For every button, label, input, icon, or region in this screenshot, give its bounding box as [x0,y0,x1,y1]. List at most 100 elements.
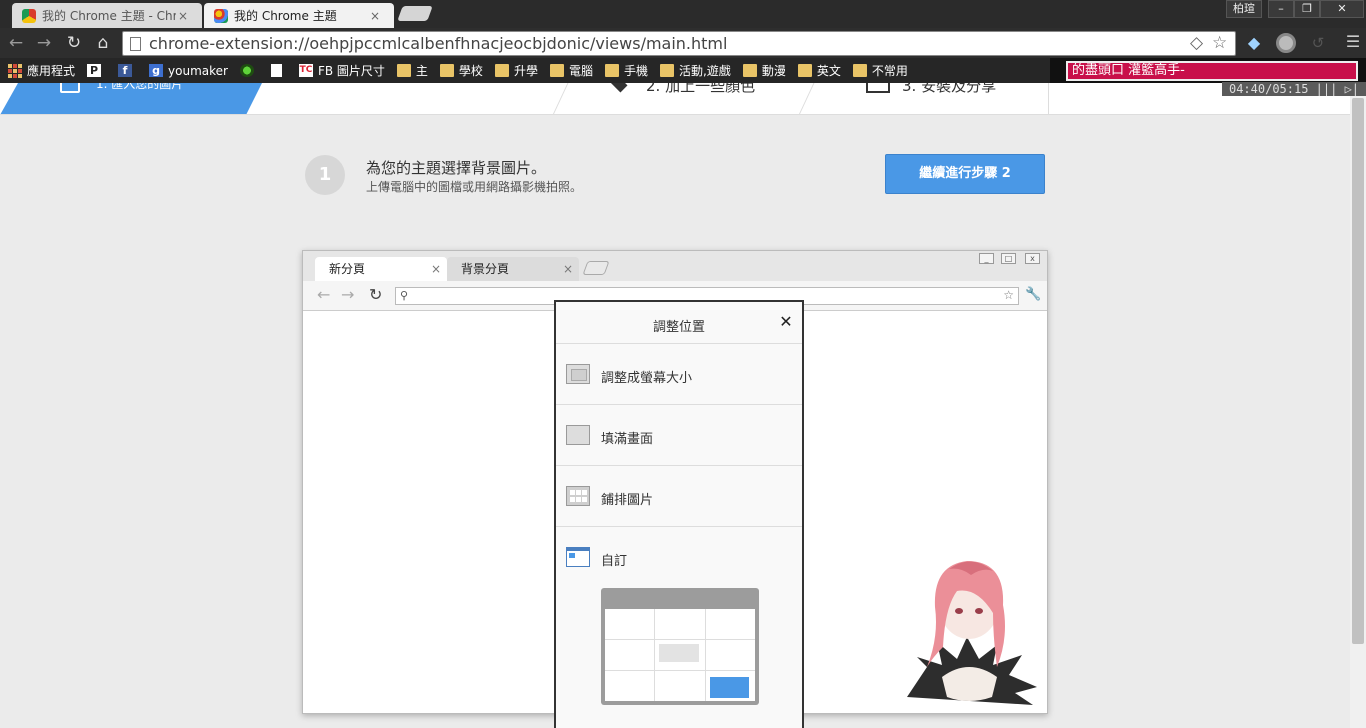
bookmark-apps[interactable]: 應用程式 [8,62,75,79]
close-icon[interactable]: ✕ [778,313,794,331]
bookmarks-bar: 應用程式 P f g youmaker TC FB 圖片尺寸 主 學校 升學 電… [0,58,1050,83]
preview-minimize-icon: _ [979,253,994,264]
g-icon: g [149,64,164,77]
diamond-extension-icon[interactable]: ◆ [1244,33,1264,53]
folder-icon [439,64,454,77]
minimize-button[interactable]: – [1268,0,1294,18]
chrome-theme-favicon [22,8,36,23]
music-clock: 04:40/05:15 ||| ▷| [1222,82,1366,96]
folder-icon [494,64,509,77]
position-grid [605,609,755,701]
position-center[interactable] [655,640,705,670]
reload-icon[interactable]: ↻ [64,33,84,53]
folder-icon [604,64,619,77]
profile-button[interactable]: 柏瑄 [1226,0,1262,18]
home-icon[interactable]: ⌂ [93,33,113,53]
p-icon: P [87,64,102,77]
menu-icon[interactable]: ☰ [1344,33,1362,51]
music-ticker: 的盡頭口 灌籃高手- [1066,61,1358,81]
bookmark-folder-rarely-used[interactable]: 不常用 [852,62,908,79]
folder-icon [852,64,867,77]
preview-tab-close-icon: × [562,262,573,276]
position-top-right[interactable] [705,609,755,639]
fill-screen-icon [566,425,590,445]
step-number-badge: 1 [305,155,345,195]
position-top-left[interactable] [605,609,655,639]
close-window-button[interactable]: ✕ [1320,0,1364,18]
paint-bucket-icon [610,83,628,93]
install-icon [866,83,890,93]
step-subtitle: 上傳電腦中的圖檔或用網路攝影機拍照。 [366,180,583,194]
position-marker [659,644,699,662]
preview-close-icon: x [1025,253,1040,264]
back-icon[interactable]: ← [6,33,26,53]
option-fit-screen[interactable]: 調整成螢幕大小 [556,344,802,405]
position-bottom-center[interactable] [655,671,705,701]
position-bottom-right[interactable] [705,671,755,701]
bookmark-folder-phone[interactable]: 手機 [604,62,648,79]
position-middle-right[interactable] [705,640,755,670]
disabled-extension-icon[interactable]: ↺ [1308,33,1328,53]
step-separator [798,83,815,114]
preview-reload-icon: ↻ [369,285,383,304]
search-icon: ⚲ [400,289,409,302]
bookmark-folder-main[interactable]: 主 [396,62,428,79]
page-icon [130,37,141,51]
extension-puzzle-icon[interactable]: ◇ [1190,34,1203,52]
position-picker [601,588,759,705]
dialog-title: 調整位置 [652,320,705,335]
browser-tab-2[interactable]: 我的 Chrome 主題 × [204,3,394,28]
preview-tab-background: 背景分頁 × [447,257,579,281]
tab-close-icon[interactable]: × [176,9,190,23]
bookmark-facebook[interactable]: f [118,64,137,77]
new-tab-button[interactable] [397,6,433,21]
folder-icon [396,64,411,77]
bookmark-p[interactable]: P [87,64,106,77]
folder-icon [549,64,564,77]
option-tile[interactable]: 鋪排圖片 [556,466,802,527]
shield-extension-icon[interactable] [1276,33,1296,53]
folder-icon [742,64,757,77]
bookmark-folder-anime[interactable]: 動漫 [742,62,786,79]
step-label: 1. 匯入您的圖片 [96,83,184,91]
bookmark-page[interactable] [270,64,287,77]
address-bar[interactable]: chrome-extension://oehpjpccmlcalbenfhnac… [122,31,1236,56]
tab-title: 我的 Chrome 主題 [234,9,337,23]
bookmark-folder-events-games[interactable]: 活動,遊戲 [659,62,731,79]
bookmark-folder-admission[interactable]: 升學 [494,62,538,79]
tab-close-icon[interactable]: × [368,9,382,23]
scrollbar-thumb[interactable] [1352,98,1364,644]
bookmark-youmaker[interactable]: g youmaker [149,64,228,78]
forward-icon[interactable]: → [34,33,54,53]
dialog-header: 調整位置 ✕ [556,302,802,344]
selected-position-marker [709,677,749,698]
option-fill-screen[interactable]: 填滿畫面 [556,405,802,466]
tab-title: 我的 Chrome 主題 - Chro [42,9,176,23]
tile-icon [566,486,590,506]
continue-step-2-button[interactable]: 繼續進行步驟 2 [885,154,1045,194]
bookmark-fb-image-size[interactable]: TC FB 圖片尺寸 [298,62,385,79]
position-bottom-left[interactable] [605,671,655,701]
browser-tab-1[interactable]: 我的 Chrome 主題 - Chro × [12,3,202,28]
preview-tab-new: 新分頁 × [315,257,447,281]
step-tab-2[interactable]: 2. 加上一些顏色 [646,83,755,96]
step-separator [552,83,569,114]
position-top-center[interactable] [655,609,705,639]
bookmark-folder-computer[interactable]: 電腦 [549,62,593,79]
folder-icon [659,64,674,77]
position-middle-left[interactable] [605,640,655,670]
bookmark-folder-english[interactable]: 英文 [797,62,841,79]
restore-button[interactable]: ❐ [1294,0,1320,18]
preview-star-icon: ☆ [1003,288,1014,302]
option-custom[interactable]: 自訂 [556,527,802,588]
step-tab-3[interactable]: 3. 安裝及分享 [902,83,996,96]
step-tab-1[interactable]: 1. 匯入您的圖片 [0,83,262,115]
palette-favicon [214,8,228,23]
step-separator [1048,83,1049,114]
step-title: 為您的主題選擇背景圖片。 [366,159,547,177]
bookmark-green[interactable] [239,64,259,77]
bookmark-folder-school[interactable]: 學校 [439,62,483,79]
bookmark-star-icon[interactable]: ☆ [1212,34,1227,52]
apps-icon [8,63,22,78]
adjust-position-dialog: 調整位置 ✕ 調整成螢幕大小 填滿畫面 鋪排圖片 自訂 [554,300,804,728]
